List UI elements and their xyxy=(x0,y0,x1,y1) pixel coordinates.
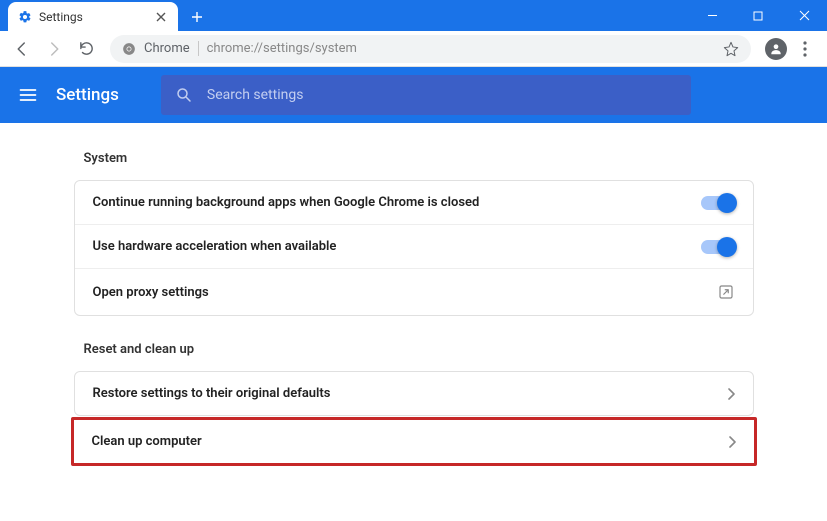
new-tab-button[interactable] xyxy=(184,4,210,30)
chevron-right-icon xyxy=(728,436,736,448)
window-controls xyxy=(689,0,827,31)
close-window-button[interactable] xyxy=(781,0,827,31)
system-card: Continue running background apps when Go… xyxy=(74,180,754,316)
row-label: Open proxy settings xyxy=(93,285,717,300)
chrome-icon xyxy=(122,42,136,56)
gear-icon xyxy=(18,10,32,24)
row-proxy-settings[interactable]: Open proxy settings xyxy=(75,269,753,315)
omnibox[interactable]: Chrome chrome://settings/system xyxy=(110,35,751,63)
address-bar: Chrome chrome://settings/system xyxy=(0,31,827,67)
browser-menu-button[interactable] xyxy=(791,35,819,63)
section-title-reset: Reset and clean up xyxy=(84,342,744,357)
row-restore-defaults[interactable]: Restore settings to their original defau… xyxy=(75,372,753,415)
settings-header: Settings xyxy=(0,67,827,123)
maximize-button[interactable] xyxy=(735,0,781,31)
reset-card: Restore settings to their original defau… xyxy=(74,371,754,416)
forward-button[interactable] xyxy=(40,35,68,63)
settings-content[interactable]: System Continue running background apps … xyxy=(0,123,827,521)
row-clean-up-computer[interactable]: Clean up computer xyxy=(74,420,754,463)
toggle-background-apps[interactable] xyxy=(701,196,735,210)
back-button[interactable] xyxy=(8,35,36,63)
bookmark-star-icon[interactable] xyxy=(723,41,739,57)
close-icon[interactable] xyxy=(154,10,168,24)
reload-button[interactable] xyxy=(72,35,100,63)
browser-tab[interactable]: Settings xyxy=(8,2,178,31)
url-scheme-label: Chrome xyxy=(144,41,199,56)
window-titlebar: Settings xyxy=(0,0,827,31)
external-link-icon xyxy=(717,283,735,301)
row-background-apps: Continue running background apps when Go… xyxy=(75,181,753,225)
settings-search[interactable] xyxy=(161,75,691,115)
tab-title: Settings xyxy=(39,10,147,24)
search-icon xyxy=(175,86,193,104)
row-label: Use hardware acceleration when available xyxy=(93,239,701,254)
page-title: Settings xyxy=(56,85,119,105)
row-hardware-accel: Use hardware acceleration when available xyxy=(75,225,753,269)
search-input[interactable] xyxy=(207,87,677,103)
profile-avatar[interactable] xyxy=(765,38,787,60)
toggle-hardware-accel[interactable] xyxy=(701,240,735,254)
hamburger-menu-icon[interactable] xyxy=(18,85,38,105)
url-text: chrome://settings/system xyxy=(207,41,715,56)
row-label: Continue running background apps when Go… xyxy=(93,195,701,210)
row-label: Clean up computer xyxy=(92,434,728,449)
section-title-system: System xyxy=(84,151,744,166)
minimize-button[interactable] xyxy=(689,0,735,31)
cleanup-highlight: Clean up computer xyxy=(71,417,757,466)
row-label: Restore settings to their original defau… xyxy=(93,386,727,401)
chevron-right-icon xyxy=(727,388,735,400)
